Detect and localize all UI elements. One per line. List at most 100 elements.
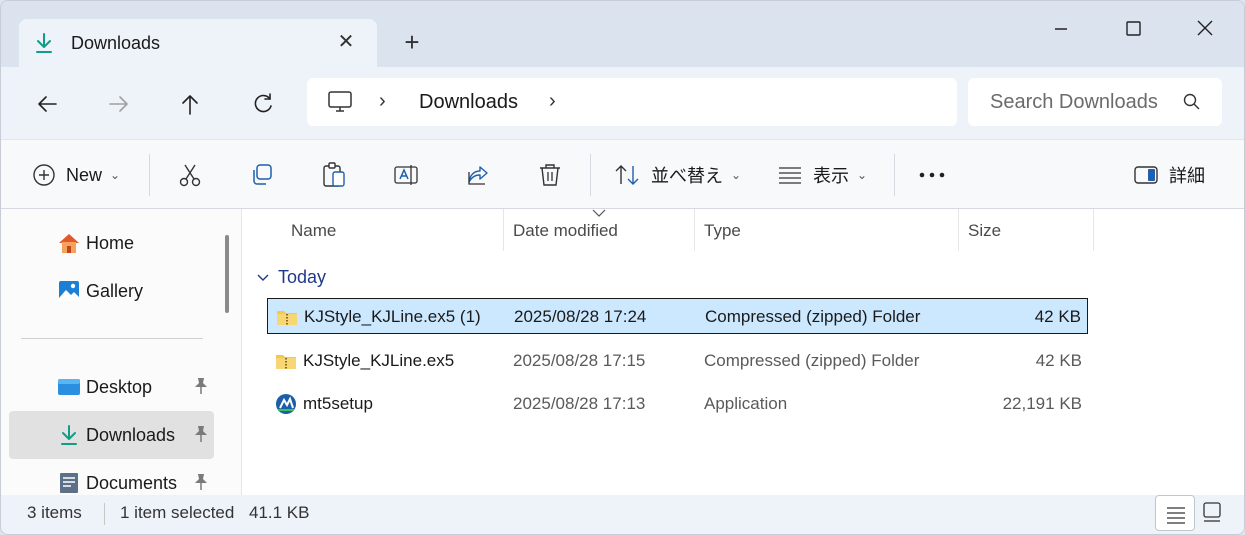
breadcrumb-chevron-icon[interactable]: ›	[379, 90, 386, 113]
file-explorer-window: Downloads ✕ + › Downloads › Search Downl…	[0, 0, 1245, 535]
details-view-button[interactable]	[1155, 495, 1195, 531]
toolbar-divider	[590, 154, 591, 196]
column-divider[interactable]	[694, 209, 695, 251]
breadcrumb-downloads[interactable]: Downloads	[419, 91, 518, 114]
selection-count: 1 item selected	[120, 503, 235, 522]
sidebar-item-label: Gallery	[86, 281, 144, 301]
trash-icon	[540, 164, 560, 186]
new-label: New	[66, 164, 103, 185]
copy-icon	[253, 164, 272, 185]
file-size: 42 KB	[1035, 351, 1082, 370]
details-view-icon	[1167, 507, 1185, 524]
tab-downloads[interactable]: Downloads ✕	[19, 19, 377, 67]
gallery-icon	[59, 281, 79, 301]
rename-button[interactable]	[393, 140, 419, 210]
column-header-date-modified[interactable]: Date modified	[513, 221, 618, 241]
close-window-icon[interactable]	[1191, 15, 1219, 43]
chevron-down-icon: ⌄	[110, 168, 121, 182]
sidebar-item-home[interactable]: Home	[9, 219, 214, 267]
file-date-modified: 2025/08/28 17:24	[514, 307, 647, 326]
more-options-button[interactable]	[917, 140, 947, 210]
view-button[interactable]: 表示 ⌄	[777, 140, 867, 210]
cut-button[interactable]	[177, 140, 203, 210]
details-pane-icon	[1134, 166, 1158, 184]
file-size: 42 KB	[1034, 307, 1081, 326]
sidebar-item-downloads[interactable]: Downloads	[9, 411, 214, 459]
documents-icon	[60, 473, 78, 493]
sidebar-item-gallery[interactable]: Gallery	[9, 267, 214, 315]
tiles-view-icon	[1203, 502, 1221, 522]
column-header-size[interactable]: Size	[968, 221, 1001, 241]
file-list: Name Date modified Type Size Today KJSty…	[242, 209, 1244, 495]
close-tab-icon[interactable]: ✕	[335, 31, 357, 53]
sort-button[interactable]: 並べ替え ⌄	[613, 140, 741, 210]
share-icon	[468, 166, 488, 185]
group-label: Today	[278, 267, 327, 287]
file-name: KJStyle_KJLine.ex5	[303, 351, 455, 370]
status-bar: 3 items 1 item selected 41.1 KB	[1, 495, 1244, 534]
up-arrow-icon[interactable]	[175, 89, 205, 119]
column-header-name[interactable]: Name	[291, 221, 336, 241]
group-header-today[interactable]: Today	[256, 267, 326, 288]
column-divider[interactable]	[958, 209, 959, 251]
pin-icon[interactable]	[193, 377, 209, 395]
rename-icon	[394, 165, 418, 185]
sort-descending-icon	[592, 209, 606, 217]
column-divider[interactable]	[1093, 209, 1094, 251]
address-bar[interactable]: › Downloads ›	[307, 78, 957, 126]
file-type: Compressed (zipped) Folder	[704, 351, 920, 370]
sidebar-item-label: Downloads	[86, 425, 176, 445]
share-button[interactable]	[465, 140, 491, 210]
sort-label: 並べ替え	[651, 166, 723, 186]
sidebar-scrollbar[interactable]	[225, 235, 229, 313]
file-row[interactable]: KJStyle_KJLine.ex5 2025/08/28 17:15 Comp…	[267, 343, 1088, 379]
sidebar-item-desktop[interactable]: Desktop	[9, 363, 214, 411]
back-arrow-icon[interactable]	[32, 89, 62, 119]
breadcrumb-chevron-icon[interactable]: ›	[549, 90, 556, 113]
view-label: 表示	[813, 166, 849, 186]
new-tab-button[interactable]: +	[399, 29, 425, 55]
details-pane-button[interactable]: 詳細	[1133, 140, 1205, 210]
column-header-type[interactable]: Type	[704, 221, 741, 241]
navigation-bar: › Downloads › Search Downloads	[1, 67, 1244, 139]
file-date-modified: 2025/08/28 17:13	[513, 394, 646, 413]
column-divider[interactable]	[503, 209, 504, 251]
new-button[interactable]: New ⌄	[32, 140, 120, 210]
mt5-app-icon	[276, 394, 296, 414]
paste-button[interactable]	[321, 140, 347, 210]
status-divider	[104, 503, 105, 525]
search-box[interactable]: Search Downloads	[968, 78, 1222, 126]
forward-arrow-icon[interactable]	[104, 89, 134, 119]
sidebar-item-label: Desktop	[86, 377, 153, 397]
pin-icon[interactable]	[193, 473, 209, 491]
details-label: 詳細	[1169, 166, 1205, 186]
refresh-icon[interactable]	[248, 89, 278, 119]
copy-button[interactable]	[249, 140, 275, 210]
scissors-icon	[179, 164, 201, 187]
file-date-modified: 2025/08/28 17:15	[513, 351, 646, 370]
pin-icon[interactable]	[193, 425, 209, 443]
chevron-down-icon: ⌄	[857, 168, 868, 182]
maximize-icon[interactable]	[1119, 15, 1147, 43]
toolbar-divider	[894, 154, 895, 196]
sidebar-item-documents[interactable]: Documents	[9, 459, 214, 495]
search-input[interactable]: Search Downloads	[990, 91, 1160, 114]
file-name: KJStyle_KJLine.ex5 (1)	[304, 307, 481, 326]
plus-circle-icon	[33, 164, 55, 186]
more-ellipsis-icon	[919, 172, 945, 178]
command-bar: New ⌄ 並べ替え ⌄ 表示 ⌄ 詳細	[1, 139, 1244, 209]
sidebar-divider	[21, 338, 203, 339]
chevron-down-icon	[257, 274, 269, 281]
file-name: mt5setup	[303, 394, 373, 413]
sidebar-item-label: Home	[86, 233, 135, 253]
clipboard-icon	[323, 162, 345, 187]
this-pc-icon[interactable]	[327, 90, 353, 114]
zip-folder-icon	[277, 311, 297, 325]
delete-button[interactable]	[537, 140, 563, 210]
minimize-icon[interactable]	[1047, 15, 1075, 43]
tiles-view-button[interactable]	[1193, 495, 1233, 531]
download-arrow-icon	[61, 425, 77, 445]
file-row[interactable]: KJStyle_KJLine.ex5 (1) 2025/08/28 17:24 …	[267, 298, 1088, 334]
file-row[interactable]: mt5setup 2025/08/28 17:13 Application 22…	[267, 386, 1088, 422]
selection-size: 41.1 KB	[249, 503, 310, 522]
